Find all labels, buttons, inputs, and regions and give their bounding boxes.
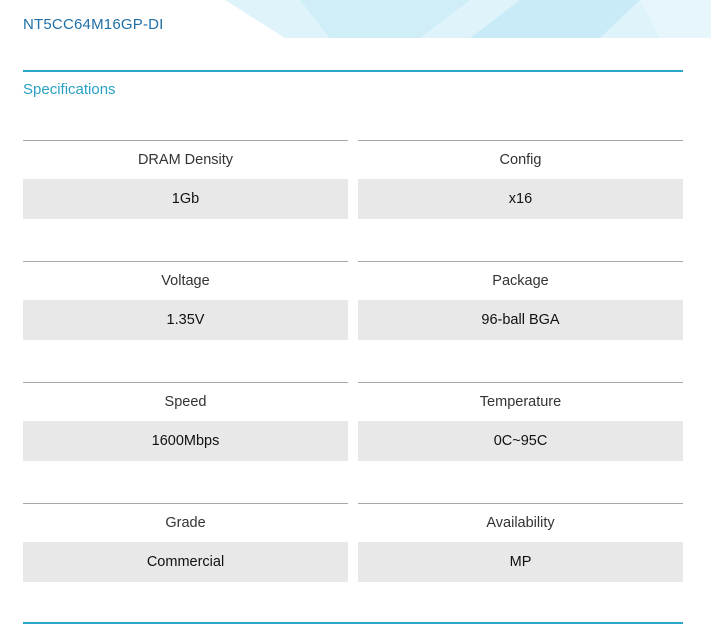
part-number-title: NT5CC64M16GP-DI <box>23 16 164 33</box>
spec-value: 1600Mbps <box>23 421 348 461</box>
spec-cell-availability: Availability MP <box>358 503 683 582</box>
spec-value: MP <box>358 542 683 582</box>
section-divider-top <box>23 70 683 72</box>
specifications-grid: DRAM Density 1Gb Config x16 Voltage 1.35… <box>23 140 683 582</box>
spec-value: 0C~95C <box>358 421 683 461</box>
spec-value: Commercial <box>23 542 348 582</box>
spec-cell-config: Config x16 <box>358 140 683 219</box>
product-spec-page: NT5CC64M16GP-DI Specifications DRAM Dens… <box>0 0 711 628</box>
spec-value: 1.35V <box>23 300 348 340</box>
spec-label: Speed <box>164 394 207 410</box>
spec-label: Config <box>499 152 542 168</box>
spec-cell-dram-density: DRAM Density 1Gb <box>23 140 348 219</box>
spec-value: x16 <box>358 179 683 219</box>
section-divider-bottom <box>23 622 683 624</box>
specifications-heading: Specifications <box>23 81 116 98</box>
spec-value: 1Gb <box>23 179 348 219</box>
spec-label: Voltage <box>161 273 210 289</box>
spec-label: Package <box>492 273 549 289</box>
spec-cell-speed: Speed 1600Mbps <box>23 382 348 461</box>
spec-label: Availability <box>486 515 555 531</box>
spec-cell-package: Package 96-ball BGA <box>358 261 683 340</box>
spec-cell-grade: Grade Commercial <box>23 503 348 582</box>
spec-value: 96-ball BGA <box>358 300 683 340</box>
spec-cell-temperature: Temperature 0C~95C <box>358 382 683 461</box>
spec-label: Temperature <box>479 394 562 410</box>
spec-cell-voltage: Voltage 1.35V <box>23 261 348 340</box>
spec-label: DRAM Density <box>137 152 234 168</box>
spec-label: Grade <box>165 515 206 531</box>
